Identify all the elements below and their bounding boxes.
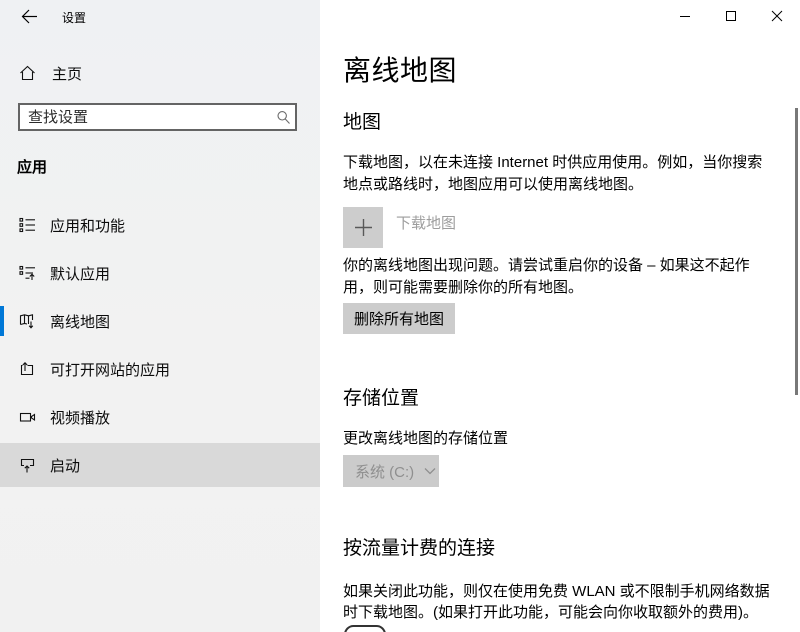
sidebar-nav: 应用和功能 默认应用 [0,203,320,491]
storage-heading: 存储位置 [343,383,419,410]
sidebar-item-offline-maps[interactable]: 离线地图 [0,299,320,343]
nav-label: 默认应用 [50,263,110,284]
home-icon [18,64,36,82]
default-apps-icon [18,264,36,282]
apps-features-icon [18,216,36,234]
nav-label: 离线地图 [50,311,110,332]
search-box[interactable] [18,103,297,131]
sidebar-item-startup[interactable]: 启动 [0,443,320,487]
maximize-icon [725,10,737,22]
apps-for-websites-icon [18,360,36,378]
maps-problem-text: 你的离线地图出现问题。请尝试重启你的设备 – 如果这不起作用，则可能需要删除你的… [343,255,775,299]
search-icon [271,110,295,125]
download-maps-button[interactable]: 下载地图 [343,207,456,248]
nav-label: 应用和功能 [50,215,125,236]
search-input[interactable] [20,105,271,129]
caption-buttons [662,0,800,32]
sidebar-item-video-playback[interactable]: 视频播放 [0,395,320,439]
delete-all-maps-button[interactable]: 删除所有地图 [343,303,455,334]
main-content: 离线地图 地图 下载地图，以在未连接 Internet 时供应用使用。例如，当你… [320,0,800,632]
maps-description: 下载地图，以在未连接 Internet 时供应用使用。例如，当你搜索地点或路线时… [343,152,775,196]
settings-window: 设置 主页 [0,0,800,632]
sidebar-item-home[interactable]: 主页 [0,59,320,87]
offline-maps-icon [18,312,36,330]
sidebar-item-default-apps[interactable]: 默认应用 [0,251,320,295]
scrollbar[interactable] [795,108,798,395]
video-playback-icon [18,408,36,426]
page-title: 离线地图 [343,49,457,89]
nav-label: 启动 [50,455,80,476]
storage-location-dropdown[interactable]: 系统 (C:) [343,455,439,487]
metered-description: 如果关闭此功能，则仅在使用免费 WLAN 或不限制手机网络数据时下载地图。(如果… [343,581,775,623]
close-icon [771,10,783,22]
storage-description: 更改离线地图的存储位置 [343,428,775,450]
minimize-icon [679,10,691,22]
storage-location-value: 系统 (C:) [355,461,414,482]
selected-indicator [0,306,4,336]
download-maps-label: 下载地图 [396,212,456,233]
maps-heading: 地图 [343,107,381,134]
nav-label: 可打开网站的应用 [50,359,170,380]
maximize-button[interactable] [708,0,754,32]
window-title: 设置 [62,9,86,26]
sidebar-item-apps-features[interactable]: 应用和功能 [0,203,320,247]
sidebar: 设置 主页 [0,0,320,632]
metered-heading: 按流量计费的连接 [343,533,495,560]
chevron-down-icon [424,467,436,475]
nav-label: 视频播放 [50,407,110,428]
sidebar-item-apps-for-websites[interactable]: 可打开网站的应用 [0,347,320,391]
sidebar-section-header: 应用 [17,156,47,177]
minimize-button[interactable] [662,0,708,32]
plus-icon [343,207,383,248]
startup-icon [18,456,36,474]
home-label: 主页 [52,63,82,84]
back-button[interactable] [10,2,48,30]
back-arrow-icon [21,9,38,24]
close-button[interactable] [754,0,800,32]
metered-toggle[interactable] [344,625,386,632]
